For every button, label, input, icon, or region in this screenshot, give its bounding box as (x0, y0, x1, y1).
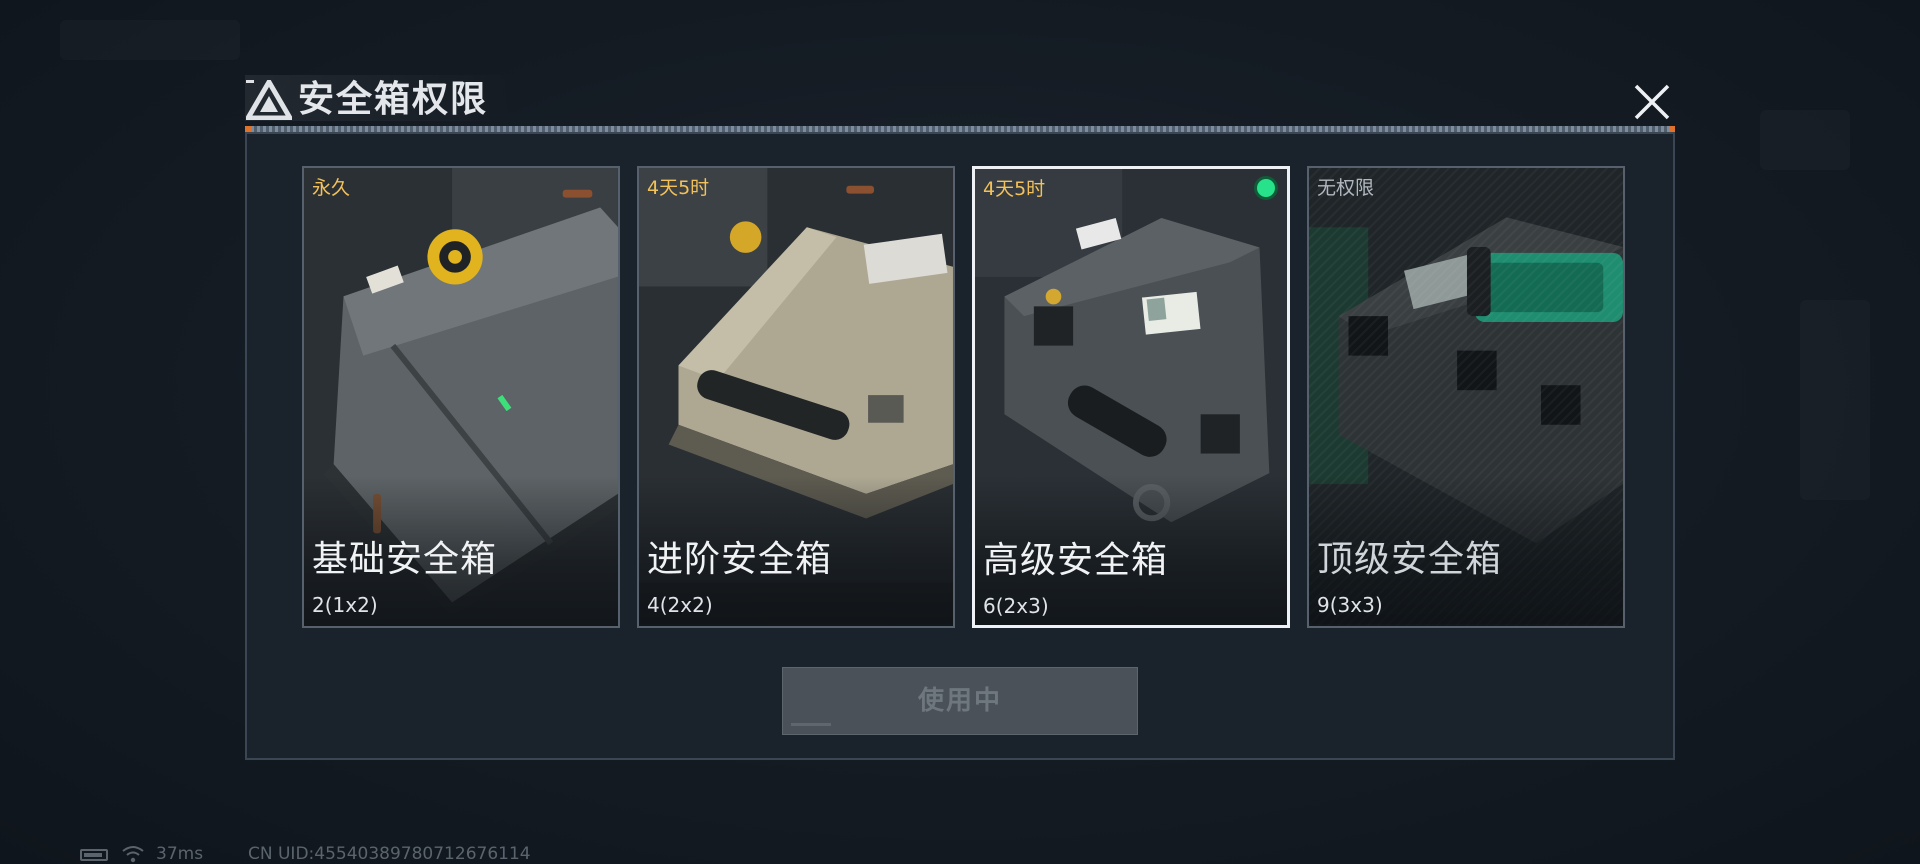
header-divider-cap (1669, 126, 1675, 132)
backdrop-blur (60, 20, 240, 60)
card-capacity: 6(2x3) (983, 594, 1049, 618)
card-capacity: 2(1x2) (312, 593, 378, 617)
backdrop-blur (1760, 110, 1850, 170)
backdrop-blur (1800, 300, 1870, 500)
header-divider-cap (245, 126, 251, 132)
page-title: 安全箱权限 (298, 79, 489, 120)
permission-tag: 无权限 (1317, 177, 1375, 199)
ping-readout: 37ms (156, 844, 204, 864)
button-stripe (791, 723, 831, 726)
card-title: 基础安全箱 (312, 539, 498, 580)
duration-tag: 4天5时 (647, 177, 710, 199)
header-divider (245, 126, 1675, 132)
screen: 安全箱权限 永久 基础安全箱 2(1x2) 4天5时 进阶安全箱 4(2x2) … (0, 0, 1920, 864)
safe-card-senior[interactable]: 4天5时 高级安全箱 6(2x3) (972, 166, 1290, 628)
duration-tag: 4天5时 (983, 178, 1046, 200)
in-use-button[interactable]: 使用中 (782, 667, 1138, 735)
wifi-icon (122, 846, 144, 863)
safe-card-top[interactable]: 无权限 顶级安全箱 9(3x3) (1307, 166, 1625, 628)
safe-card-advanced[interactable]: 4天5时 进阶安全箱 4(2x2) (637, 166, 955, 628)
player-uid: CN UID:455403897807126761​14 (248, 844, 531, 864)
active-indicator (1257, 179, 1275, 197)
close-icon[interactable] (1630, 80, 1674, 124)
card-capacity: 4(2x2) (647, 593, 713, 617)
card-title: 顶级安全箱 (1317, 539, 1503, 580)
battery-icon (80, 849, 108, 861)
safe-card-basic[interactable]: 永久 基础安全箱 2(1x2) (302, 166, 620, 628)
in-use-button-label: 使用中 (917, 686, 1002, 716)
duration-tag: 永久 (312, 177, 351, 199)
card-title: 进阶安全箱 (647, 539, 833, 580)
card-title: 高级安全箱 (983, 540, 1169, 581)
card-capacity: 9(3x3) (1317, 593, 1383, 617)
delta-logo-icon (246, 80, 292, 120)
